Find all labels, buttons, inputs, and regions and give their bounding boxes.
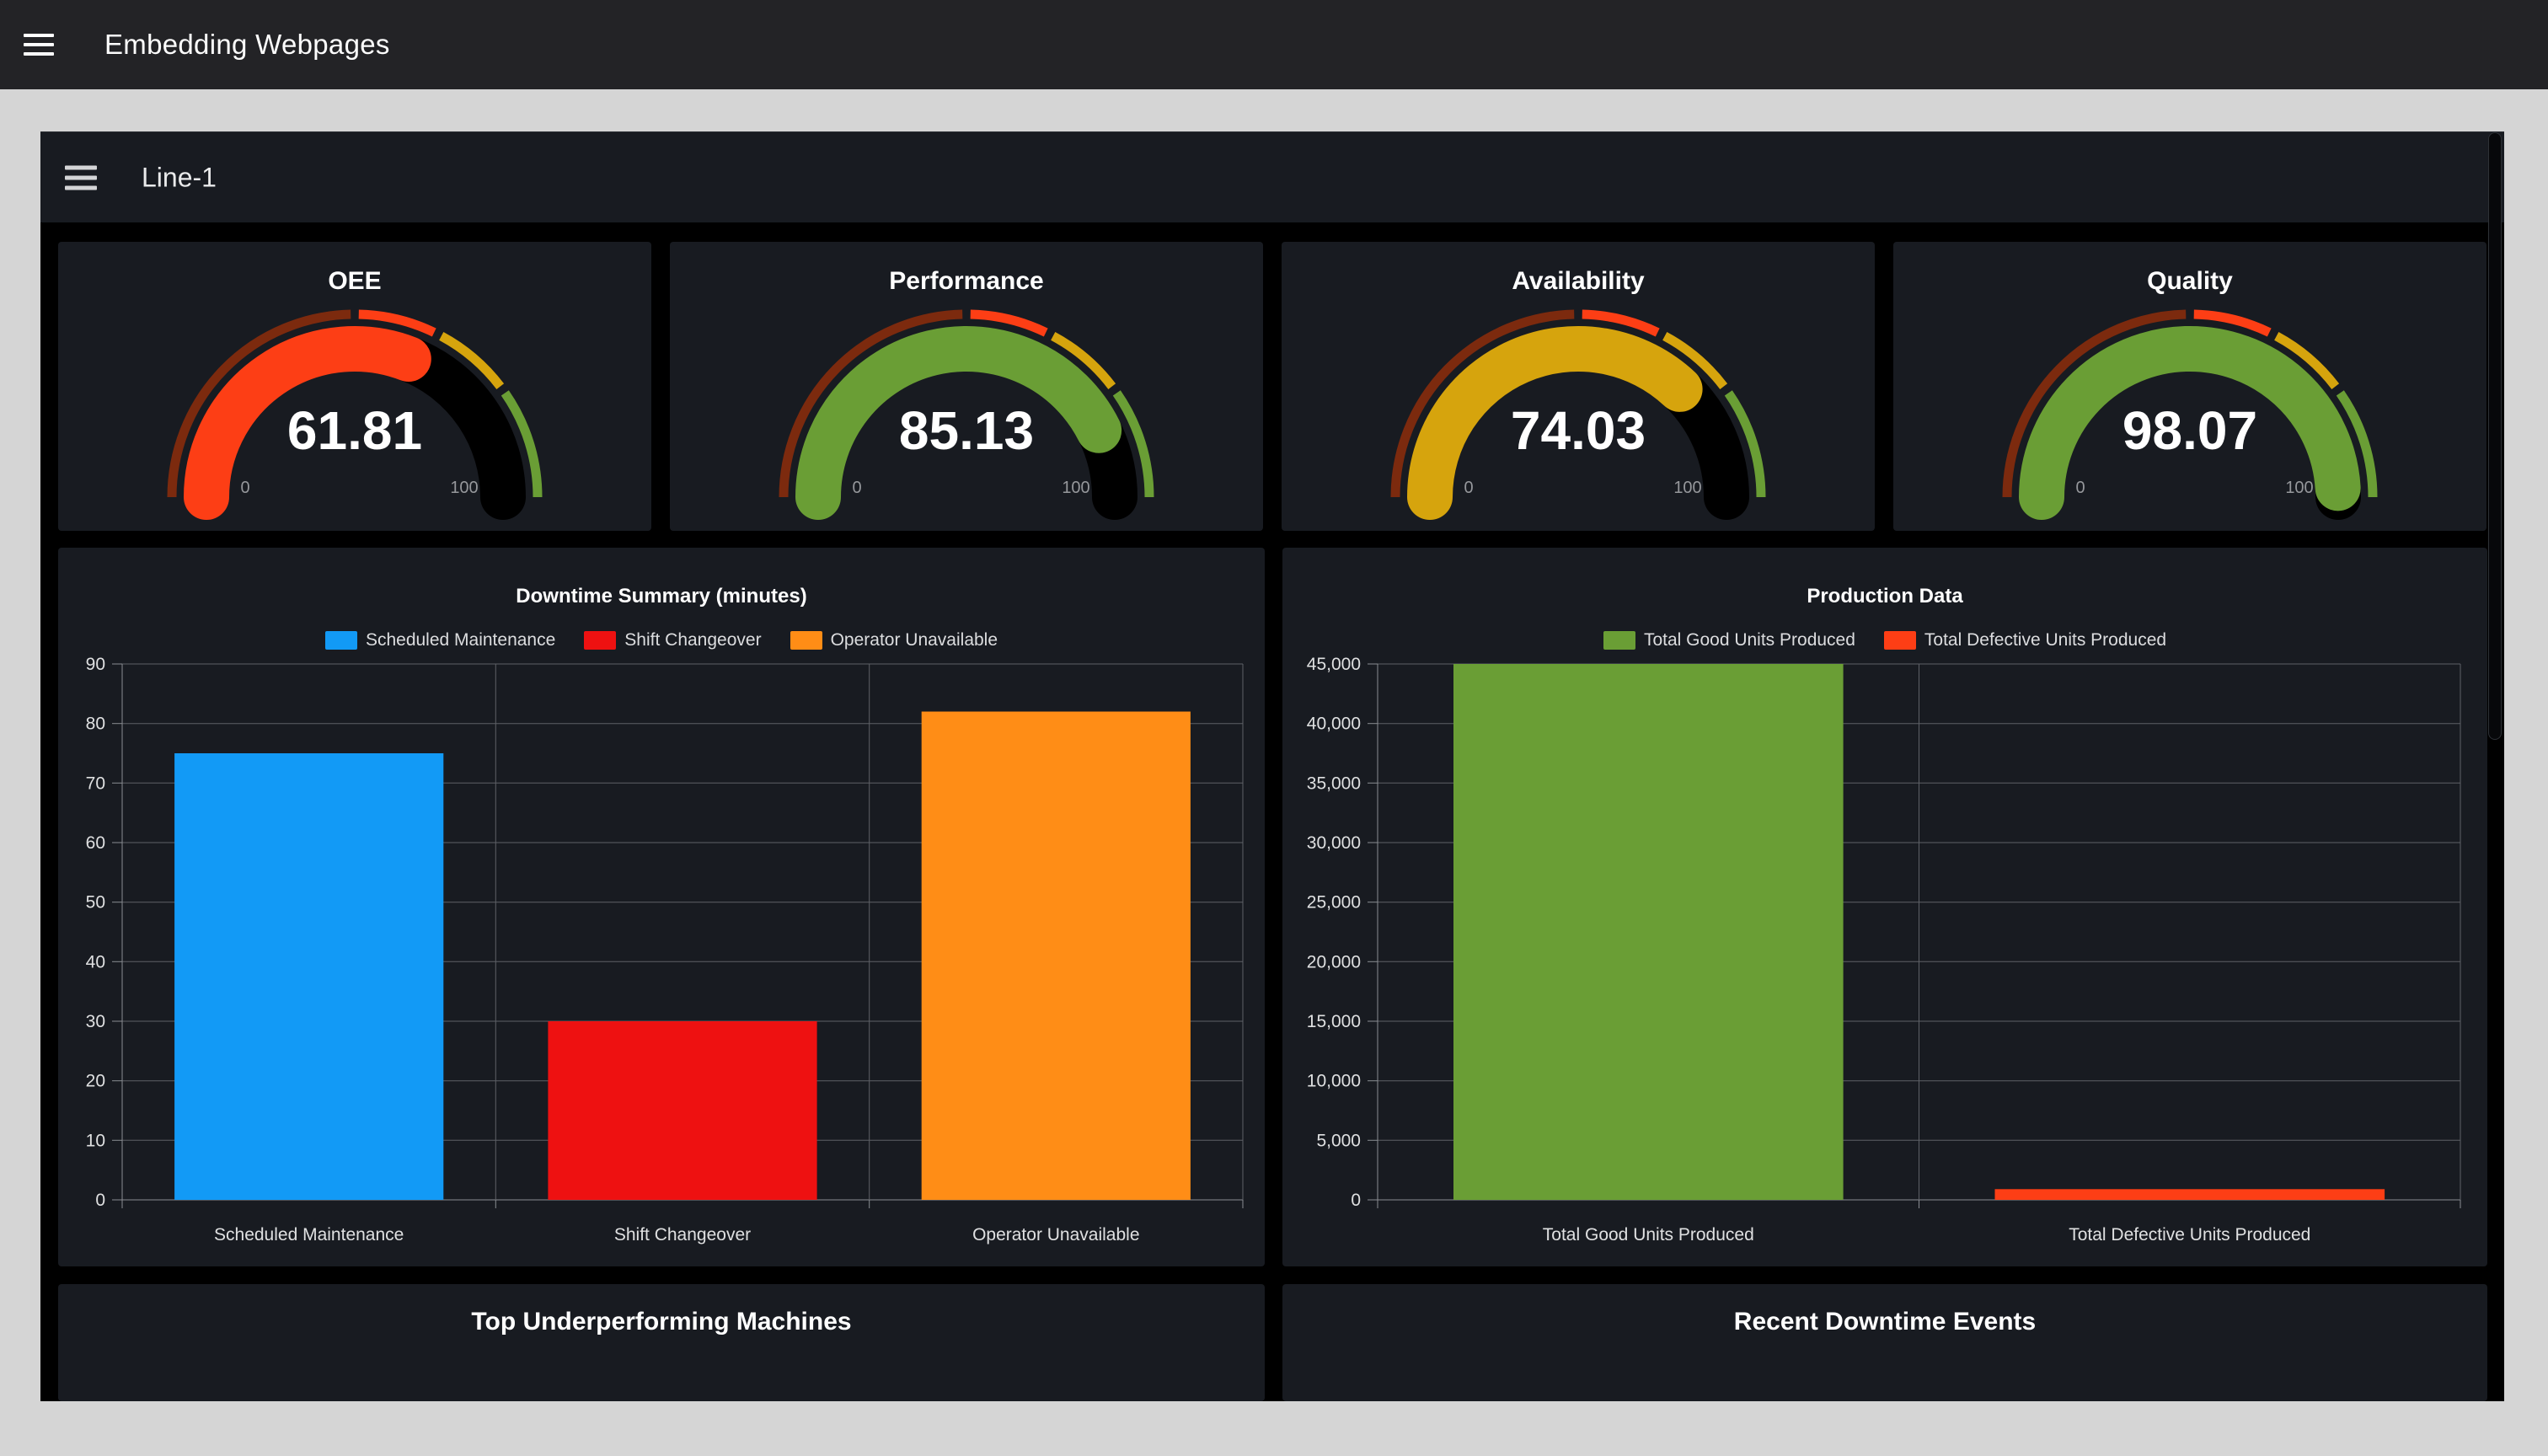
dashboard-scrollbar-thumb[interactable]: [2488, 132, 2502, 740]
y-axis-label: 45,000: [1307, 655, 1361, 674]
y-axis-label: 70: [86, 774, 105, 793]
bar-total-good-units-produced[interactable]: [1453, 664, 1844, 1200]
production-data-plot-svg: 0 5,000 10,000 15,000 20,000 25,000 30,000 35,0…: [1282, 548, 2487, 1266]
dashboard-menu-hamburger-icon[interactable]: [65, 165, 97, 190]
bar-shift-changeover[interactable]: [548, 1021, 816, 1200]
y-axis-label: 30: [86, 1012, 105, 1031]
x-axis-category-label: Operator Unavailable: [972, 1225, 1139, 1245]
y-axis-label: 50: [86, 893, 105, 913]
y-axis-label: 10,000: [1307, 1072, 1361, 1091]
y-axis-label: 20,000: [1307, 952, 1361, 972]
bottom-panel-title: Top Underperforming Machines: [58, 1308, 1265, 1336]
gauge-oee-svg: [58, 242, 651, 531]
x-axis-category-label: Total Good Units Produced: [1543, 1225, 1754, 1245]
x-axis-category-label: Scheduled Maintenance: [214, 1225, 404, 1245]
y-axis-label: 60: [86, 833, 105, 853]
bar-operator-unavailable[interactable]: [922, 712, 1191, 1201]
gauge-quality-svg: [1893, 242, 2486, 531]
y-axis-label: 10: [86, 1131, 105, 1150]
dashboard-header: Line-1: [40, 131, 2504, 222]
y-axis-label: 15,000: [1307, 1012, 1361, 1031]
gauge-min-label: 0: [823, 479, 891, 498]
gauge-panel-availability: Availability74.030100: [1282, 242, 1875, 531]
downtime-summary-minutes-plot-svg: 0 10 20 30 40 50 60 70 80 90 Scheduled Maintenance…: [58, 548, 1265, 1266]
bottom-panel-title: Recent Downtime Events: [1282, 1308, 2487, 1336]
embedded-dashboard: Line-1 OEE61.810100Performance85.130100A…: [40, 131, 2504, 1401]
y-axis-label: 40,000: [1307, 715, 1361, 734]
gauge-value: 85.13: [670, 399, 1263, 462]
y-axis-label: 40: [86, 952, 105, 972]
y-axis-label: 0: [95, 1191, 105, 1210]
app-menu-hamburger-icon[interactable]: [24, 34, 54, 56]
y-axis-label: 30,000: [1307, 833, 1361, 853]
y-axis-label: 20: [86, 1072, 105, 1091]
dashboard-title: Line-1: [142, 162, 217, 193]
gauge-min-label: 0: [1435, 479, 1502, 498]
y-axis-label: 0: [1351, 1191, 1361, 1210]
app-title: Embedding Webpages: [104, 29, 390, 61]
panel-recent-downtime-events: Recent Downtime Events: [1282, 1284, 2487, 1401]
gauge-panel-performance: Performance85.130100: [670, 242, 1263, 531]
chart-panel-downtime-summary-minutes: Downtime Summary (minutes)Scheduled Main…: [58, 548, 1265, 1266]
gauge-max-label: 100: [431, 479, 498, 498]
gauge-max-label: 100: [2266, 479, 2333, 498]
gauge-value: 74.03: [1282, 399, 1875, 462]
gauge-value: 61.81: [58, 399, 651, 462]
gauge-max-label: 100: [1042, 479, 1110, 498]
bar-scheduled-maintenance[interactable]: [174, 753, 443, 1200]
y-axis-label: 80: [86, 715, 105, 734]
y-axis-label: 35,000: [1307, 774, 1361, 793]
y-axis-label: 90: [86, 655, 105, 674]
x-axis-category-label: Total Defective Units Produced: [2069, 1225, 2310, 1245]
x-axis-category-label: Shift Changeover: [614, 1225, 751, 1245]
gauge-value: 98.07: [1893, 399, 2486, 462]
gauge-max-label: 100: [1654, 479, 1721, 498]
gauge-min-label: 0: [2047, 479, 2114, 498]
gauge-panel-quality: Quality98.070100: [1893, 242, 2486, 531]
app-bar: Embedding Webpages: [0, 0, 2548, 89]
gauge-min-label: 0: [211, 479, 279, 498]
y-axis-label: 5,000: [1316, 1131, 1361, 1150]
bar-total-defective-units-produced[interactable]: [1995, 1189, 2385, 1200]
chart-panel-production-data: Production DataTotal Good Units Produced…: [1282, 548, 2487, 1266]
y-axis-label: 25,000: [1307, 893, 1361, 913]
gauge-performance-svg: [670, 242, 1263, 531]
gauge-panel-oee: OEE61.810100: [58, 242, 651, 531]
gauge-availability-svg: [1282, 242, 1875, 531]
panel-top-underperforming-machines: Top Underperforming Machines: [58, 1284, 1265, 1401]
